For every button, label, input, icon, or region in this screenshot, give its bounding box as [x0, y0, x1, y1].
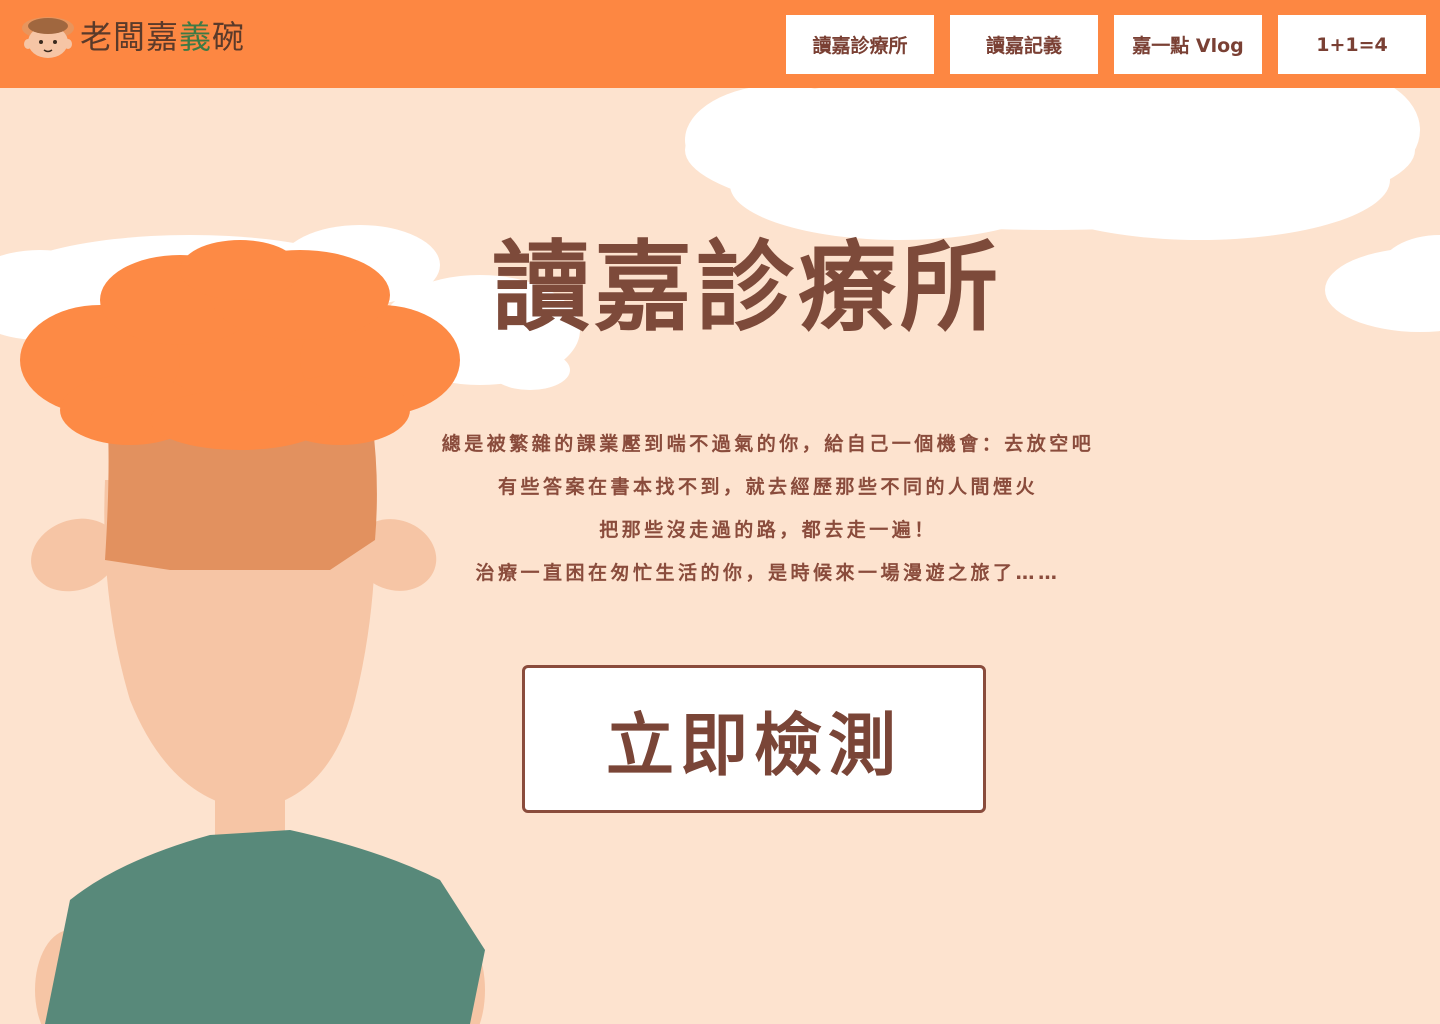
description-line: 治療一直困在匆忙生活的你，是時候來一場漫遊之旅了……: [475, 562, 1061, 584]
logo-text: 老闆嘉義碗: [80, 18, 246, 56]
nav-item-vlog[interactable]: 嘉一點 Vlog: [1114, 15, 1262, 74]
nav-item-one-plus-one[interactable]: 1+1=4: [1278, 15, 1426, 74]
nav-item-notes[interactable]: 讀嘉記義: [950, 15, 1098, 74]
page: 老闆嘉義碗 讀嘉診療所 讀嘉記義 嘉一點 Vlog 1+1=4 讀嘉診療所 總是…: [0, 0, 1440, 1024]
description-line: 有些答案在書本找不到，就去經歷那些不同的人間煙火: [497, 476, 1038, 498]
cloud-top-right: [685, 70, 1420, 240]
site-logo[interactable]: 老闆嘉義碗: [20, 12, 245, 62]
cartoon-face-logo-icon: [22, 17, 74, 58]
start-test-button[interactable]: 立即檢測: [522, 665, 986, 813]
page-title: 讀嘉診療所: [491, 231, 1002, 345]
description-line: 總是被繁雜的課業壓到喘不過氣的你，給自己一個機會：去放空吧: [441, 433, 1095, 455]
person-illustration: [20, 240, 485, 1024]
top-header: 老闆嘉義碗 讀嘉診療所 讀嘉記義 嘉一點 Vlog 1+1=4: [0, 0, 1440, 88]
description-line: 把那些沒走過的路，都去走一遍！: [599, 519, 937, 541]
hero-description: 總是被繁雜的課業壓到喘不過氣的你，給自己一個機會：去放空吧 有些答案在書本找不到…: [400, 423, 1136, 595]
nav-item-clinic[interactable]: 讀嘉診療所: [786, 15, 934, 74]
main-nav: 讀嘉診療所 讀嘉記義 嘉一點 Vlog 1+1=4: [786, 15, 1426, 74]
